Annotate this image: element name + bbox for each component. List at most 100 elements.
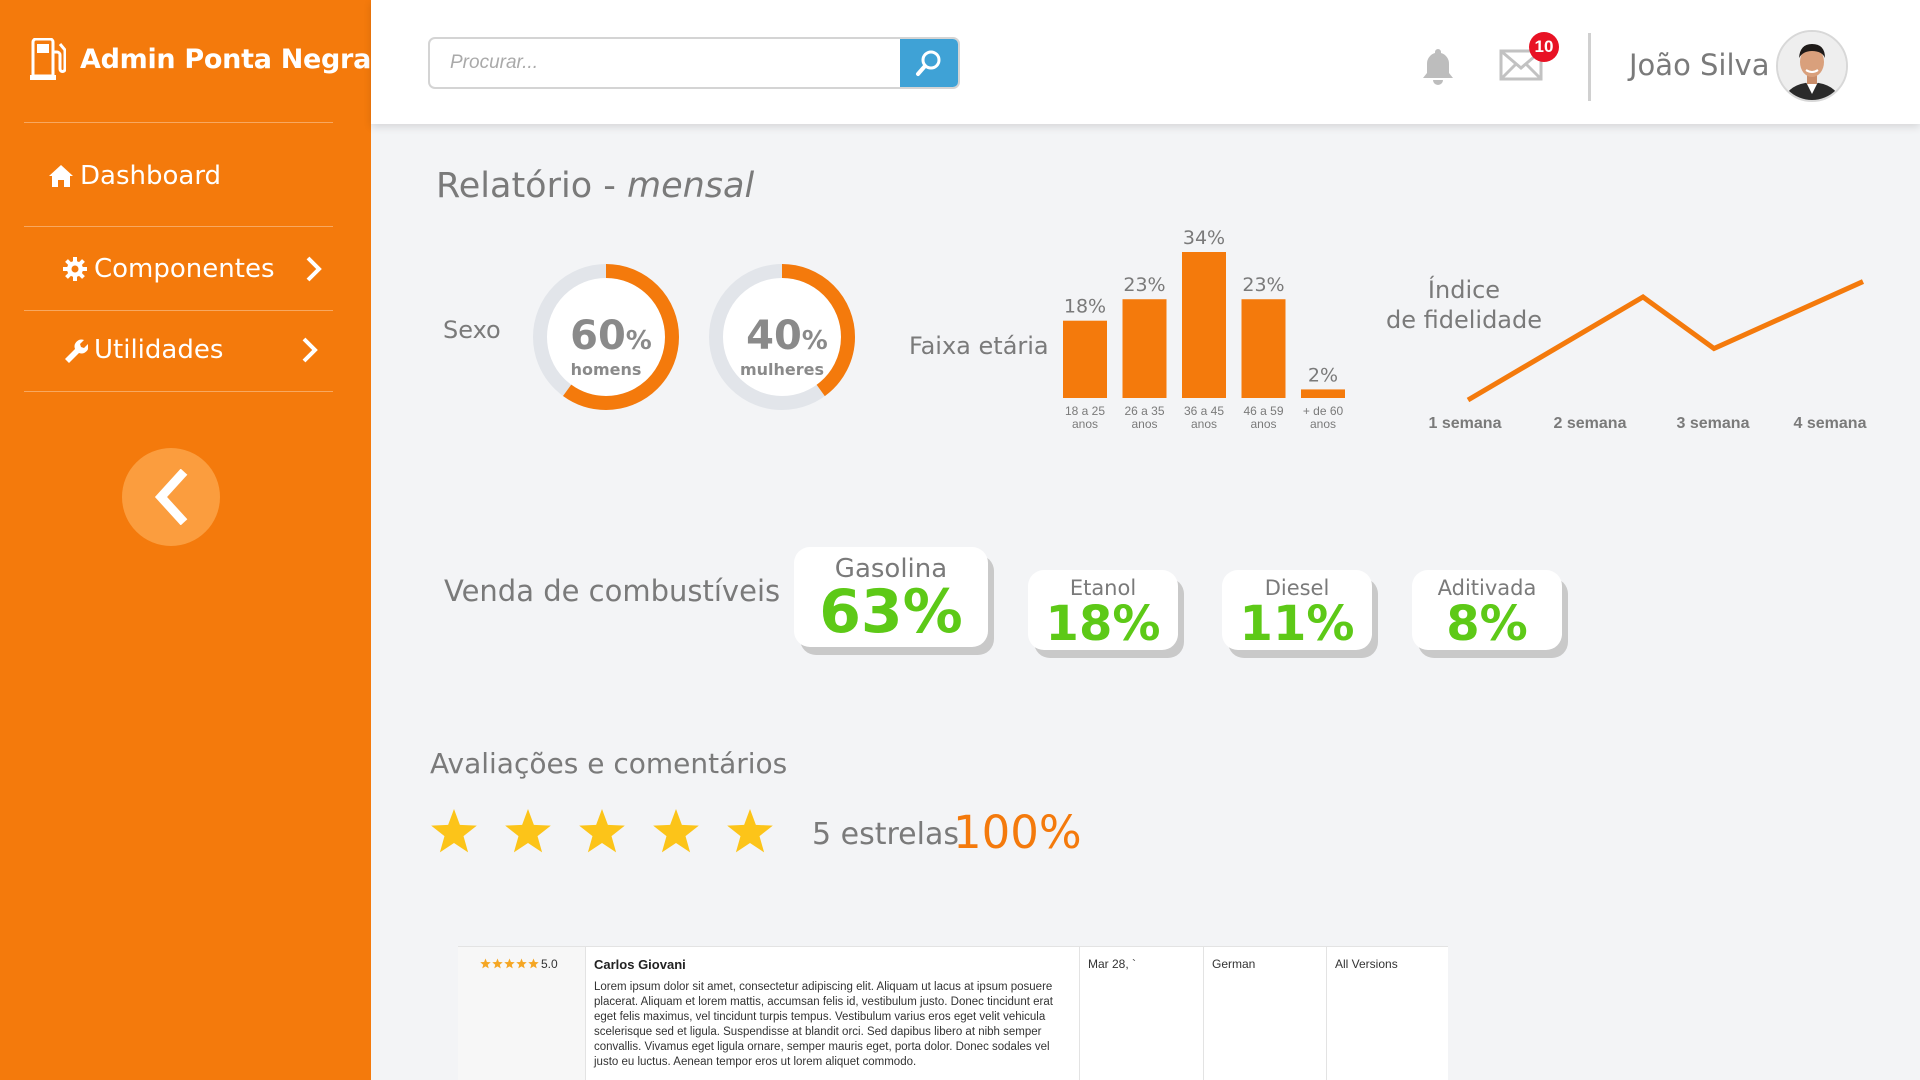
fuel-pump-icon [30, 38, 66, 80]
fuel-value: 63% [819, 577, 963, 647]
sidebar-item-utilidades[interactable]: Utilidades [0, 320, 371, 380]
bar [1063, 320, 1107, 398]
loyalty-line-chart: 1 semana 2 semana 3 semana 4 semana [1429, 279, 1867, 432]
bar-category-label: anos [1131, 417, 1157, 431]
brand[interactable]: Admin Ponta Negra [30, 38, 371, 80]
search-icon [916, 50, 941, 76]
bar-value-label: 18% [1064, 296, 1106, 318]
fuel-value: 11% [1239, 596, 1355, 652]
divider [24, 391, 333, 392]
star-icon [727, 809, 773, 853]
page-title-period: mensal [627, 166, 755, 206]
rating-percent: 100% [953, 806, 1082, 859]
loyalty-line [1466, 279, 1865, 403]
bar-category-label: anos [1250, 417, 1276, 431]
rating-text: 5 estrelas [812, 817, 959, 852]
faixa-etaria-label: Faixa etária [909, 332, 1049, 360]
review-text: Lorem ipsum dolor sit amet, consectetur … [594, 981, 1053, 1068]
donut-men-unit: % [626, 326, 652, 356]
star-icon [528, 958, 539, 969]
gear-icon [63, 257, 87, 281]
divider [24, 310, 333, 311]
bar [1122, 299, 1167, 398]
star-icon [505, 809, 551, 853]
bar-category-label: 36 a 45 [1184, 404, 1224, 418]
review-stars [480, 958, 539, 969]
review-version: All Versions [1335, 957, 1398, 971]
review-rating-cell: 5.0 [458, 947, 586, 1080]
sidebar-item-dashboard[interactable]: Dashboard [0, 146, 371, 206]
divider [24, 226, 333, 227]
topbar: 10 João Silva [371, 0, 1920, 124]
search-input[interactable] [430, 39, 900, 87]
line-x-label: 2 semana [1554, 415, 1627, 432]
donut-men-value: 60 [570, 313, 626, 359]
search-button[interactable] [900, 39, 958, 87]
donut-men-label: homens [571, 360, 642, 379]
brand-title: Admin Ponta Negra [80, 43, 371, 75]
review-date: Mar 28, ` [1080, 947, 1204, 1080]
review-language: German [1204, 947, 1327, 1080]
divider [1588, 33, 1591, 101]
bar-category-label: 18 a 25 [1065, 404, 1105, 418]
fuel-card-aditivada: Aditivada 8% [1412, 570, 1562, 650]
donut-women-unit: % [802, 326, 828, 356]
bar [1301, 389, 1345, 398]
avatar[interactable] [1776, 30, 1848, 102]
user-avatar-icon [1778, 32, 1846, 100]
notification-badge: 10 [1529, 32, 1559, 62]
bell-icon[interactable] [1419, 46, 1457, 86]
user-name[interactable]: João Silva [1629, 48, 1769, 82]
fuel-value: 8% [1446, 596, 1528, 652]
reviews-title: Avaliações e comentários [430, 747, 788, 780]
fuel-card-etanol: Etanol 18% [1028, 570, 1178, 650]
bar-value-label: 23% [1242, 274, 1284, 296]
divider [24, 122, 333, 123]
rating-stars [430, 808, 774, 854]
chevron-left-icon [154, 469, 188, 525]
age-bar-chart: 18%18 a 25anos23%26 a 35anos34%36 a 45an… [1063, 227, 1345, 431]
collapse-sidebar-button[interactable] [122, 448, 220, 546]
review-table: 5.0 Carlos Giovani Lorem ipsum dolor sit… [458, 946, 1448, 1080]
donut-women: 40% mulheres [709, 264, 855, 410]
donut-women-label: mulheres [740, 360, 824, 379]
fuel-label: Venda de combustíveis [444, 574, 781, 608]
sexo-label: Sexo [443, 316, 501, 344]
sidebar-item-componentes[interactable]: Componentes [0, 239, 371, 299]
line-x-label: 4 semana [1794, 415, 1867, 432]
wrench-icon [65, 339, 88, 363]
sidebar-item-label: Dashboard [80, 161, 222, 191]
search-box [428, 37, 960, 89]
star-icon [492, 958, 503, 969]
sidebar-item-label: Utilidades [94, 335, 224, 365]
fuel-card-gasolina: Gasolina 63% [794, 547, 988, 647]
star-icon [431, 809, 477, 853]
page-title: Relatório - mensal [436, 166, 754, 206]
bar-category-label: 46 a 59 [1243, 404, 1283, 418]
bar-category-label: anos [1191, 417, 1217, 431]
fuel-value: 18% [1045, 596, 1161, 652]
bar-value-label: 2% [1308, 364, 1338, 386]
page-title-text: Relatório - [436, 166, 627, 206]
bar-value-label: 34% [1183, 227, 1225, 249]
review-author: Carlos Giovani [594, 957, 686, 972]
bar [1241, 299, 1286, 398]
bar-category-label: anos [1072, 417, 1098, 431]
line-x-label: 1 semana [1429, 415, 1502, 432]
bar-category-label: + de 60 [1303, 404, 1344, 418]
star-icon [653, 809, 699, 853]
donut-women-value: 40 [746, 313, 802, 359]
star-icon [579, 809, 625, 853]
sidebar-item-label: Componentes [94, 254, 275, 284]
chevron-right-icon [302, 337, 318, 363]
star-icon [504, 958, 515, 969]
line-x-label: 3 semana [1677, 415, 1750, 432]
bar-category-label: anos [1310, 417, 1336, 431]
star-icon [516, 958, 527, 969]
bar-category-label: 26 a 35 [1124, 404, 1164, 418]
bar [1182, 252, 1226, 398]
bar-value-label: 23% [1123, 274, 1165, 296]
fuel-card-diesel: Diesel 11% [1222, 570, 1372, 650]
review-rating-value: 5.0 [541, 957, 558, 971]
donut-men: 60% homens [533, 264, 679, 410]
